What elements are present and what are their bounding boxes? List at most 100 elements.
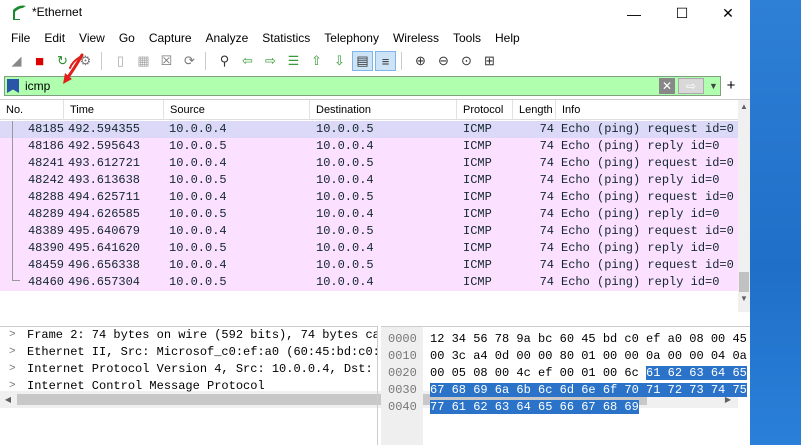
- packet-protocol: ICMP: [463, 224, 492, 238]
- packet-details-pane: > Frame 2: 74 bytes on wire (592 bits), …: [0, 326, 378, 445]
- packet-row[interactable]: 48288 494.625711 10.0.0.4 10.0.0.5 ICMP …: [0, 189, 738, 206]
- display-filter-input[interactable]: [25, 78, 625, 94]
- column-time[interactable]: Time: [64, 100, 164, 120]
- packet-info: Echo (ping) reply id=0: [561, 207, 720, 221]
- packet-number: 48185: [27, 122, 64, 136]
- packet-info: Echo (ping) reply id=0: [561, 173, 720, 187]
- normal-size-icon[interactable]: ⊙: [456, 51, 477, 71]
- wireshark-logo-icon: [13, 5, 26, 20]
- scroll-down-icon[interactable]: ▼: [738, 292, 750, 306]
- autoscroll-icon[interactable]: ▤: [352, 51, 373, 71]
- packet-row[interactable]: 48241 493.612721 10.0.0.4 10.0.0.5 ICMP …: [0, 155, 738, 172]
- menu-go[interactable]: Go: [112, 28, 142, 48]
- go-back-icon[interactable]: ⇦: [237, 51, 258, 71]
- apply-filter-button[interactable]: ⇨: [678, 78, 704, 94]
- resize-columns-icon[interactable]: ⊞: [479, 51, 500, 71]
- hex-bytes: 12 34 56 78 9a bc 60 45 bd c0 ef a0 08 0…: [430, 332, 747, 346]
- minimize-button[interactable]: —: [611, 0, 657, 27]
- packet-time: 495.640679: [68, 224, 141, 238]
- packet-protocol: ICMP: [463, 190, 492, 204]
- close-button[interactable]: ✕: [705, 0, 751, 27]
- packet-time: 496.657304: [68, 275, 141, 289]
- packet-length: 74: [539, 156, 554, 170]
- add-filter-button[interactable]: +: [724, 76, 738, 96]
- menu-statistics[interactable]: Statistics: [255, 28, 317, 48]
- packet-row[interactable]: 48186 492.595643 10.0.0.5 10.0.0.4 ICMP …: [0, 138, 738, 155]
- packet-row[interactable]: 48460 496.657304 10.0.0.5 10.0.0.4 ICMP …: [0, 274, 738, 291]
- column-destination[interactable]: Destination: [310, 100, 457, 120]
- last-packet-icon[interactable]: ⇩: [329, 51, 350, 71]
- menu-telephony[interactable]: Telephony: [317, 28, 386, 48]
- packet-length: 74: [539, 224, 554, 238]
- zoom-out-icon[interactable]: ⊖: [433, 51, 454, 71]
- byte-offset: 0030: [388, 383, 417, 397]
- scroll-up-icon[interactable]: ▲: [738, 100, 750, 114]
- chevron-right-icon[interactable]: >: [9, 327, 16, 344]
- go-forward-icon[interactable]: ⇨: [260, 51, 281, 71]
- chevron-right-icon[interactable]: >: [9, 378, 16, 395]
- detail-row-frame[interactable]: > Frame 2: 74 bytes on wire (592 bits), …: [0, 327, 377, 344]
- detail-row-ip[interactable]: > Internet Protocol Version 4, Src: 10.0…: [0, 361, 377, 378]
- go-to-packet-icon[interactable]: ☰: [283, 51, 304, 71]
- column-source[interactable]: Source: [164, 100, 310, 120]
- chevron-right-icon[interactable]: >: [9, 344, 16, 361]
- packet-length: 74: [539, 275, 554, 289]
- save-file-icon[interactable]: ▦: [133, 51, 154, 71]
- byte-offset: 0000: [388, 332, 417, 346]
- first-packet-icon[interactable]: ⇧: [306, 51, 327, 71]
- packet-info: Echo (ping) request id=0: [561, 122, 734, 136]
- menu-file[interactable]: File: [0, 28, 37, 48]
- packet-row[interactable]: 48459 496.656338 10.0.0.4 10.0.0.5 ICMP …: [0, 257, 738, 274]
- packet-destination: 10.0.0.5: [316, 190, 374, 204]
- scroll-thumb[interactable]: [739, 272, 749, 292]
- packet-list-header: No. Time Source Destination Protocol Len…: [0, 100, 738, 120]
- clear-filter-button[interactable]: ✕: [659, 78, 675, 94]
- menu-tools[interactable]: Tools: [446, 28, 488, 48]
- packet-number: 48460: [27, 275, 64, 289]
- stop-capture-icon[interactable]: ■: [29, 51, 50, 71]
- column-info[interactable]: Info: [556, 100, 738, 120]
- column-no[interactable]: No.: [0, 100, 64, 120]
- packet-source: 10.0.0.5: [169, 241, 227, 255]
- colorize-icon[interactable]: ≡: [375, 51, 396, 71]
- detail-row-ethernet[interactable]: > Ethernet II, Src: Microsof_c0:ef:a0 (6…: [0, 344, 377, 361]
- bookmark-icon[interactable]: [7, 79, 19, 93]
- menu-help[interactable]: Help: [488, 28, 527, 48]
- menu-edit[interactable]: Edit: [37, 28, 72, 48]
- menu-view[interactable]: View: [72, 28, 112, 48]
- packet-number: 48288: [27, 190, 64, 204]
- byte-offset: 0010: [388, 349, 417, 363]
- packet-protocol: ICMP: [463, 139, 492, 153]
- packet-number: 48390: [27, 241, 64, 255]
- start-capture-icon[interactable]: ◢: [6, 51, 27, 71]
- packet-row[interactable]: 48185 492.594355 10.0.0.4 10.0.0.5 ICMP …: [0, 121, 738, 138]
- maximize-button[interactable]: ☐: [659, 0, 705, 27]
- menu-bar: File Edit View Go Capture Analyze Statis…: [0, 28, 750, 48]
- packet-info: Echo (ping) reply id=0: [561, 275, 720, 289]
- packet-source: 10.0.0.4: [169, 122, 227, 136]
- hex-bytes: 00 05 08 00 4c ef 00 01 00 6c: [430, 366, 647, 380]
- packet-row[interactable]: 48242 493.613638 10.0.0.5 10.0.0.4 ICMP …: [0, 172, 738, 189]
- packet-destination: 10.0.0.4: [316, 207, 374, 221]
- open-file-icon[interactable]: ▯: [110, 51, 131, 71]
- chevron-right-icon[interactable]: >: [9, 361, 16, 378]
- close-file-icon[interactable]: ☒: [156, 51, 177, 71]
- packet-row[interactable]: 48390 495.641620 10.0.0.5 10.0.0.4 ICMP …: [0, 240, 738, 257]
- reload-file-icon[interactable]: ⟳: [179, 51, 200, 71]
- menu-capture[interactable]: Capture: [142, 28, 199, 48]
- packet-row[interactable]: 48289 494.626585 10.0.0.5 10.0.0.4 ICMP …: [0, 206, 738, 223]
- detail-row-icmp[interactable]: > Internet Control Message Protocol: [0, 378, 377, 395]
- packet-row[interactable]: 48389 495.640679 10.0.0.4 10.0.0.5 ICMP …: [0, 223, 738, 240]
- hex-bytes-highlighted: 61 62 63 64 65: [646, 366, 747, 380]
- packet-rows: 48185 492.594355 10.0.0.4 10.0.0.5 ICMP …: [0, 121, 738, 291]
- filter-history-dropdown[interactable]: ▼: [707, 78, 720, 94]
- packet-protocol: ICMP: [463, 207, 492, 221]
- menu-analyze[interactable]: Analyze: [199, 28, 256, 48]
- column-length[interactable]: Length: [513, 100, 556, 120]
- packet-protocol: ICMP: [463, 156, 492, 170]
- find-packet-icon[interactable]: ⚲: [214, 51, 235, 71]
- column-protocol[interactable]: Protocol: [457, 100, 513, 120]
- packet-list-vertical-scrollbar[interactable]: ▲ ▼: [738, 100, 750, 312]
- menu-wireless[interactable]: Wireless: [386, 28, 446, 48]
- zoom-in-icon[interactable]: ⊕: [410, 51, 431, 71]
